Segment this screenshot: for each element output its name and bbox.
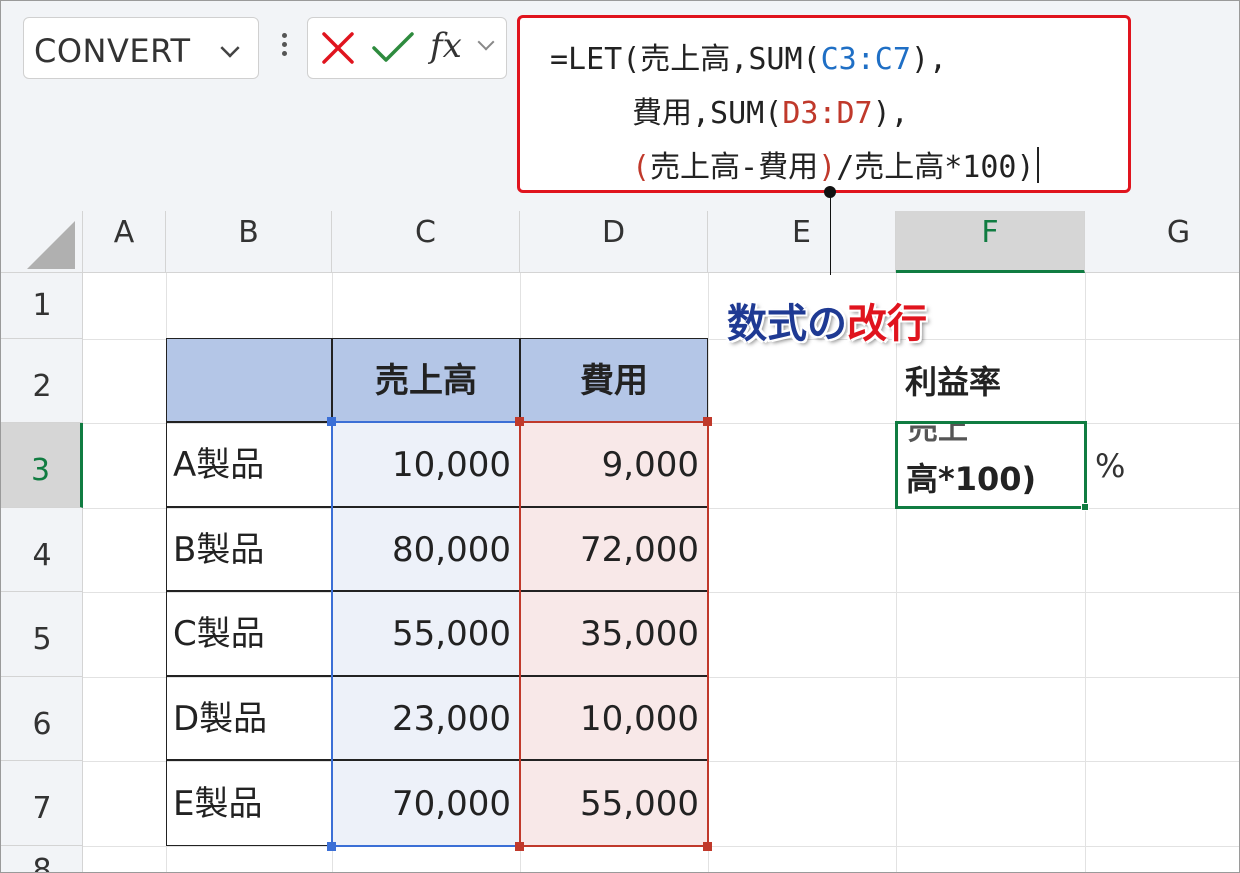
range-handle[interactable] — [515, 842, 524, 851]
row-header-8[interactable]: 8 — [1, 846, 83, 872]
text-cursor — [1036, 147, 1039, 183]
formula-paren: ) — [818, 150, 837, 185]
row-header-4[interactable]: 4 — [1, 508, 83, 592]
table-cell-product[interactable]: D製品 — [166, 676, 332, 760]
grid-line — [896, 273, 897, 872]
table-header-sales[interactable]: 売上高 — [332, 338, 520, 422]
percent-unit[interactable]: % — [1095, 447, 1125, 485]
column-header-f[interactable]: F — [896, 211, 1085, 273]
formula-text: /売上高*100) — [836, 150, 1035, 185]
formula-text: ), — [910, 42, 948, 77]
cancel-icon[interactable] — [318, 28, 358, 68]
table-cell-cost[interactable]: 35,000 — [520, 591, 708, 676]
table-cell-sales[interactable]: 10,000 — [332, 422, 520, 507]
formula-text: 費用,SUM( — [632, 96, 783, 131]
more-options-icon[interactable] — [282, 33, 288, 63]
row-headers: 1 2 3 4 5 6 7 8 — [1, 273, 83, 872]
column-header-g[interactable]: G — [1085, 211, 1239, 273]
profit-rate-label[interactable]: 利益率 — [905, 357, 1001, 403]
formula-text: ), — [872, 96, 909, 131]
formula-ref-sales: C3:C7 — [820, 42, 911, 77]
formula-line-2: 費用,SUM(D3:D7), — [632, 88, 909, 132]
annotation-highlight: 改行 — [847, 301, 927, 347]
row-header-7[interactable]: 7 — [1, 761, 83, 846]
active-cell-text: 高*100) — [906, 460, 1037, 498]
resize-guide — [830, 193, 831, 275]
formula-text: 売上高-費用 — [650, 150, 819, 185]
range-handle[interactable] — [515, 417, 524, 426]
grid-line — [1085, 273, 1086, 872]
table-cell-cost[interactable]: 55,000 — [520, 760, 708, 846]
table-cell-product[interactable]: A製品 — [166, 422, 332, 507]
table-header-blank[interactable] — [166, 338, 332, 422]
formula-actions: fx — [307, 17, 507, 79]
name-box[interactable]: CONVERT — [23, 17, 259, 79]
formula-paren: ( — [632, 150, 651, 185]
column-headers: A B C D E F G — [1, 211, 1239, 273]
row-header-3[interactable]: 3 — [1, 423, 83, 508]
column-header-c[interactable]: C — [332, 211, 520, 273]
table-cell-cost[interactable]: 72,000 — [520, 507, 708, 591]
formula-bar: CONVERT fx =LET(売上高,SUM(C3:C7), 費用,SUM(D… — [1, 1, 1239, 211]
formula-text: =LET(売上高,SUM( — [550, 42, 821, 77]
row-header-1[interactable]: 1 — [1, 273, 83, 339]
annotation-text: 数式の — [727, 301, 847, 347]
chevron-down-icon[interactable] — [477, 33, 495, 51]
spreadsheet-window: CONVERT fx =LET(売上高,SUM(C3:C7), 費用,SUM(D… — [0, 0, 1240, 873]
formula-line-1: =LET(売上高,SUM(C3:C7), — [550, 34, 947, 78]
fill-handle[interactable] — [1081, 503, 1089, 511]
select-all-icon — [27, 221, 75, 269]
grid-line — [708, 273, 709, 872]
table-cell-sales[interactable]: 80,000 — [332, 507, 520, 591]
range-handle[interactable] — [327, 417, 336, 426]
table-cell-product[interactable]: E製品 — [166, 760, 332, 846]
active-cell-overflow: 売上 — [908, 421, 968, 447]
table-cell-sales[interactable]: 23,000 — [332, 676, 520, 760]
table-cell-product[interactable]: C製品 — [166, 591, 332, 676]
table-cell-sales[interactable]: 70,000 — [332, 760, 520, 846]
table-cell-cost[interactable]: 9,000 — [520, 422, 708, 507]
select-all-button[interactable] — [1, 211, 83, 273]
formula-input[interactable]: =LET(売上高,SUM(C3:C7), 費用,SUM(D3:D7), (売上高… — [517, 15, 1131, 193]
column-header-b[interactable]: B — [166, 211, 332, 273]
range-handle[interactable] — [327, 842, 336, 851]
table-header-cost[interactable]: 費用 — [520, 338, 708, 422]
fx-icon: fx — [430, 26, 462, 66]
row-header-2[interactable]: 2 — [1, 339, 83, 423]
row-header-6[interactable]: 6 — [1, 677, 83, 761]
table-cell-cost[interactable]: 10,000 — [520, 676, 708, 760]
range-handle[interactable] — [703, 842, 712, 851]
insert-function-button[interactable]: fx — [428, 26, 498, 70]
formula-line-3: (売上高-費用)/売上高*100) — [632, 142, 1039, 186]
range-handle[interactable] — [703, 417, 712, 426]
table-cell-product[interactable]: B製品 — [166, 507, 332, 591]
annotation-title: 数式の改行 — [727, 291, 927, 349]
name-box-value: CONVERT — [34, 32, 191, 70]
table-cell-sales[interactable]: 55,000 — [332, 591, 520, 676]
active-cell-f3[interactable]: 売上 高*100) — [895, 421, 1087, 509]
row-header-5[interactable]: 5 — [1, 592, 83, 677]
column-header-a[interactable]: A — [83, 211, 166, 273]
check-icon[interactable] — [370, 28, 416, 68]
column-header-e[interactable]: E — [708, 211, 896, 273]
column-header-d[interactable]: D — [520, 211, 708, 273]
chevron-down-icon[interactable] — [220, 38, 240, 58]
formula-ref-cost: D3:D7 — [782, 96, 873, 131]
